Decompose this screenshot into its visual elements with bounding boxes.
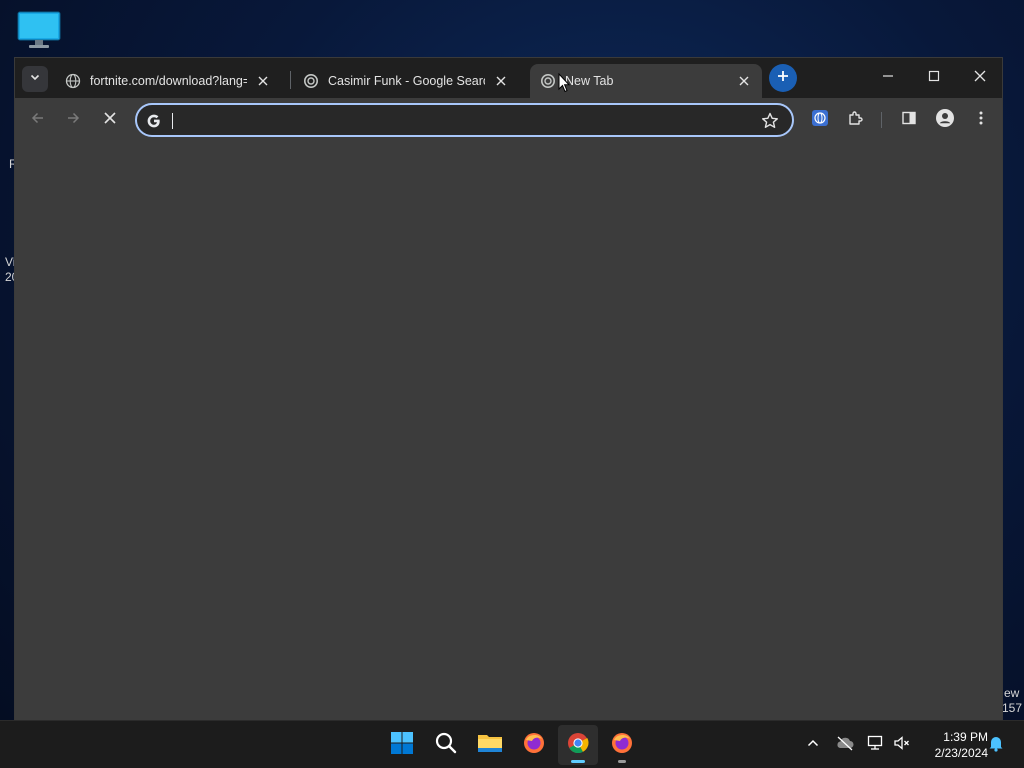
close-icon bbox=[974, 69, 986, 87]
globe-extension-icon bbox=[811, 109, 829, 132]
tab-strip: fortnite.com/download?lang=e Casimir Fun… bbox=[15, 58, 1002, 98]
notifications-button[interactable] bbox=[986, 735, 1006, 755]
tab-title: New Tab bbox=[565, 74, 614, 88]
page-content bbox=[15, 142, 1002, 721]
onedrive-tray-button[interactable] bbox=[835, 735, 855, 755]
toolbar-divider bbox=[881, 112, 882, 128]
taskbar-clock[interactable]: 1:39 PM 2/23/2024 bbox=[916, 729, 988, 761]
plus-icon bbox=[777, 69, 789, 87]
show-hidden-icons-button[interactable] bbox=[803, 735, 823, 755]
this-pc-desktop-icon[interactable] bbox=[16, 10, 62, 50]
address-bar[interactable] bbox=[135, 103, 794, 137]
address-input[interactable] bbox=[171, 109, 751, 131]
side-panel-button[interactable] bbox=[897, 108, 921, 132]
side-panel-icon bbox=[901, 110, 917, 131]
chrome-window: fortnite.com/download?lang=e Casimir Fun… bbox=[14, 57, 1003, 721]
globe-icon bbox=[65, 73, 81, 89]
taskbar-search-button[interactable] bbox=[426, 725, 466, 765]
loading-spinner-icon bbox=[540, 73, 556, 89]
tab-title: fortnite.com/download?lang=e bbox=[90, 74, 247, 88]
running-app-indicator bbox=[618, 760, 626, 763]
tab-search-button[interactable] bbox=[22, 66, 48, 92]
close-tab-icon[interactable] bbox=[255, 73, 271, 89]
network-icon bbox=[867, 735, 885, 756]
browser-toolbar bbox=[15, 98, 1002, 142]
bell-icon bbox=[988, 734, 1004, 757]
loading-spinner-icon bbox=[303, 73, 319, 89]
profile-button[interactable] bbox=[933, 108, 957, 132]
tab-title: Casimir Funk - Google Search bbox=[328, 74, 485, 88]
windows-start-icon bbox=[390, 731, 414, 760]
taskbar-firefox[interactable] bbox=[602, 725, 642, 765]
taskbar-file-explorer[interactable] bbox=[470, 725, 510, 765]
file-explorer-icon bbox=[477, 731, 503, 760]
clock-time: 1:39 PM bbox=[943, 730, 988, 744]
desktop-partial-text: ew bbox=[1004, 686, 1020, 700]
chevron-down-icon bbox=[29, 70, 41, 88]
arrow-right-icon bbox=[65, 110, 81, 131]
extensions-menu-button[interactable] bbox=[844, 108, 868, 132]
google-g-icon bbox=[145, 112, 163, 130]
clock-date: 2/23/2024 bbox=[934, 746, 988, 760]
text-cursor bbox=[172, 113, 173, 129]
minimize-icon bbox=[882, 69, 894, 87]
firefox-icon bbox=[522, 731, 546, 760]
minimize-button[interactable] bbox=[865, 64, 911, 92]
tab-google-search[interactable]: Casimir Funk - Google Search bbox=[293, 64, 519, 98]
desktop-partial-text: 157 bbox=[1002, 701, 1023, 715]
network-tray-button[interactable] bbox=[866, 735, 886, 755]
stop-loading-button[interactable] bbox=[98, 108, 122, 132]
avatar-icon bbox=[935, 108, 955, 133]
firefox-icon bbox=[610, 731, 634, 760]
close-tab-icon[interactable] bbox=[493, 73, 509, 89]
chrome-icon bbox=[566, 731, 590, 760]
extension-button[interactable] bbox=[808, 108, 832, 132]
bookmark-star-icon[interactable] bbox=[760, 111, 780, 131]
mouse-cursor-icon bbox=[558, 72, 571, 98]
maximize-button[interactable] bbox=[911, 64, 957, 92]
puzzle-icon bbox=[847, 109, 865, 132]
cloud-offline-icon bbox=[835, 735, 855, 756]
close-icon bbox=[103, 111, 117, 130]
arrow-left-icon bbox=[30, 110, 46, 131]
menu-button[interactable] bbox=[969, 108, 993, 132]
close-window-button[interactable] bbox=[957, 64, 1003, 92]
volume-tray-button[interactable] bbox=[892, 735, 912, 755]
tab-separator bbox=[290, 71, 291, 89]
tab-fortnite[interactable]: fortnite.com/download?lang=e bbox=[55, 64, 281, 98]
close-tab-icon[interactable] bbox=[736, 73, 752, 89]
new-tab-button[interactable] bbox=[769, 64, 797, 92]
chevron-up-icon bbox=[806, 736, 820, 755]
back-button[interactable] bbox=[26, 108, 50, 132]
kebab-menu-icon bbox=[973, 110, 989, 131]
start-button[interactable] bbox=[382, 725, 422, 765]
forward-button[interactable] bbox=[61, 108, 85, 132]
taskbar-firefox[interactable] bbox=[514, 725, 554, 765]
maximize-icon bbox=[928, 69, 940, 87]
volume-muted-icon bbox=[893, 735, 911, 756]
active-app-indicator bbox=[571, 760, 585, 763]
taskbar-chrome[interactable] bbox=[558, 725, 598, 765]
windows-taskbar: 1:39 PM 2/23/2024 bbox=[0, 720, 1024, 768]
search-icon bbox=[434, 731, 458, 760]
